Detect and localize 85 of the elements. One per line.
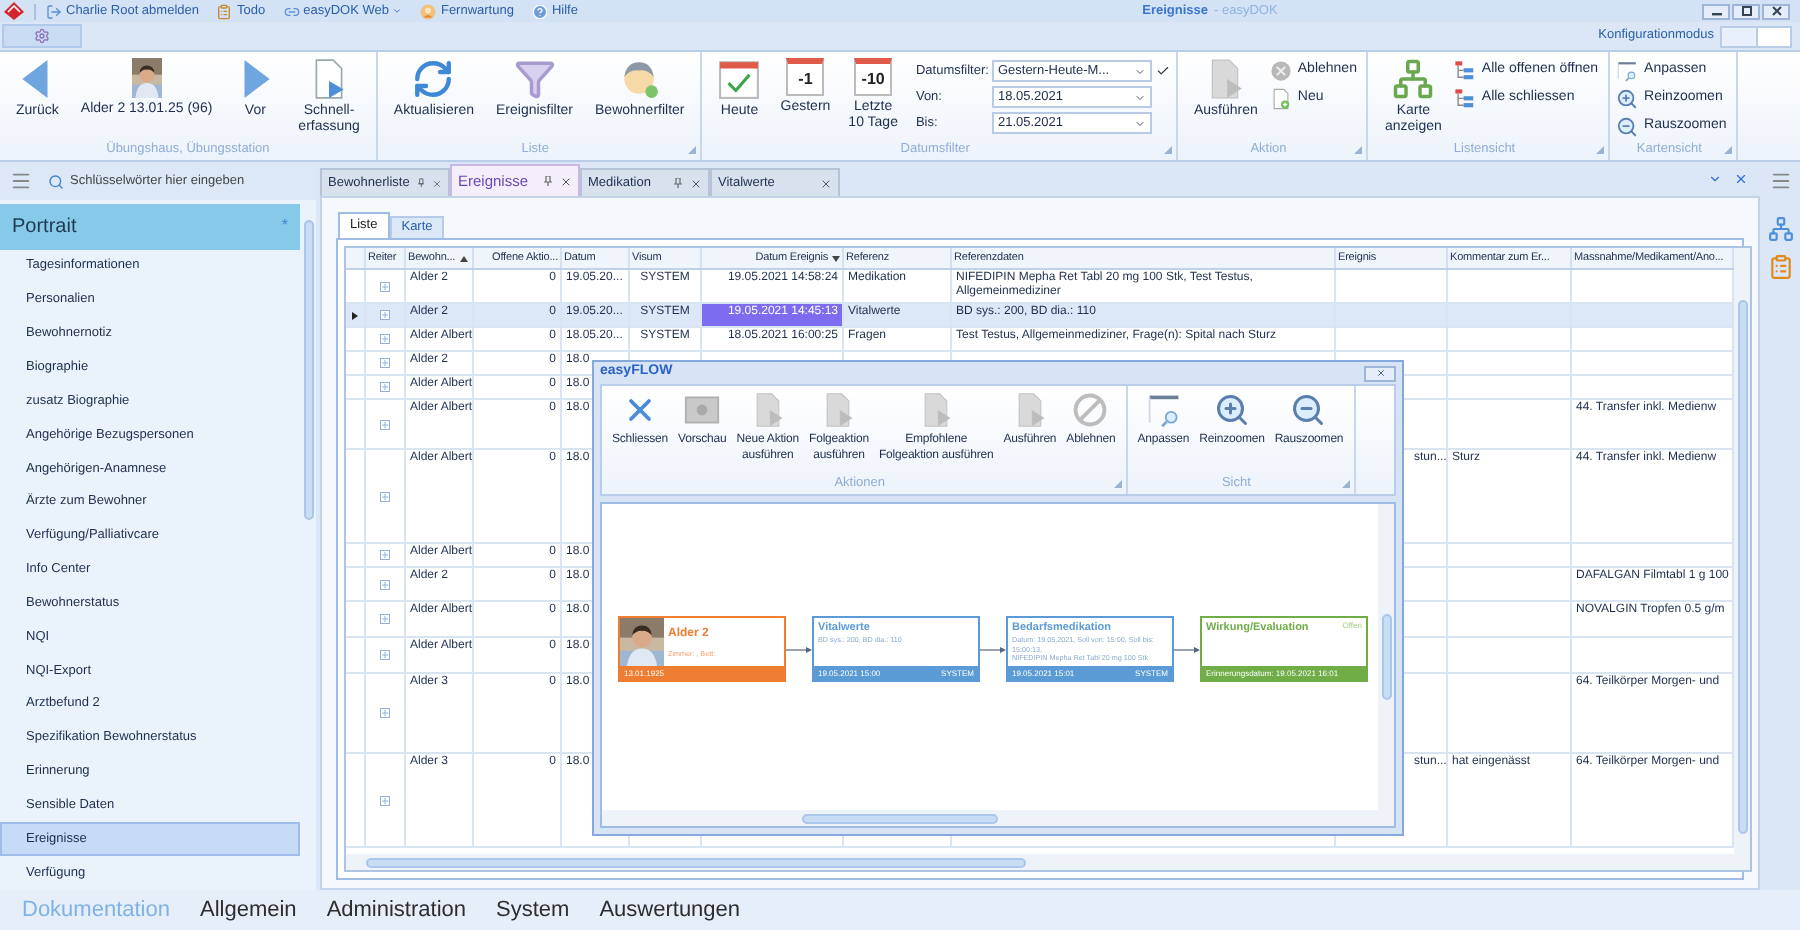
connector-arrow — [786, 645, 812, 653]
calendar-badge: -1 — [786, 58, 825, 96]
connector-arrow — [1174, 645, 1200, 653]
expand-icon[interactable] — [380, 419, 390, 429]
reject-icon — [1269, 60, 1292, 82]
expand-icon[interactable] — [380, 358, 390, 368]
section-title: Portrait — [12, 213, 77, 242]
settings-icon — [34, 28, 50, 44]
expand-icon[interactable] — [380, 334, 390, 344]
dialog-launcher-icon[interactable] — [1724, 146, 1733, 154]
scrollbar[interactable] — [1378, 504, 1394, 810]
close-icon — [1771, 6, 1781, 16]
nav-tab[interactable]: Auswertungen — [599, 893, 741, 927]
refresh-icon — [412, 58, 455, 100]
settings-tab[interactable] — [2, 24, 82, 48]
minimize-button[interactable] — [1702, 3, 1730, 19]
logout-icon — [46, 3, 62, 19]
search-icon — [48, 173, 64, 189]
link-icon — [283, 3, 300, 19]
dialog-launcher-icon[interactable] — [1341, 480, 1350, 488]
expand-icon[interactable] — [380, 579, 390, 589]
clipboard-icon[interactable] — [1767, 254, 1793, 280]
section-mark: * — [281, 214, 288, 239]
restore-button[interactable] — [1732, 3, 1760, 19]
dialog-launcher-icon[interactable] — [1163, 146, 1172, 154]
expand-icon[interactable] — [380, 281, 390, 291]
nav-tab[interactable]: Allgemein — [200, 893, 297, 927]
person-icon — [420, 3, 437, 19]
expand-icon[interactable] — [380, 550, 390, 560]
hierarchy-icon[interactable] — [1767, 216, 1793, 242]
fit-window-icon — [1145, 392, 1182, 428]
close-icon[interactable] — [1734, 172, 1748, 186]
dialog-launcher-icon[interactable] — [688, 146, 697, 154]
expand-icon[interactable] — [380, 614, 390, 624]
zoom-out-icon — [1290, 392, 1327, 428]
calendar-badge: -10 — [854, 58, 893, 96]
pin-icon[interactable] — [674, 178, 682, 188]
hierarchy-icon — [1392, 58, 1435, 100]
close-icon[interactable] — [432, 177, 442, 189]
app-logo-icon[interactable] — [4, 2, 24, 20]
scrollbar[interactable] — [346, 854, 1750, 870]
dropdown-caret-icon — [1133, 91, 1146, 103]
apply-check-icon[interactable] — [1155, 64, 1170, 78]
no-entry-icon — [1072, 392, 1109, 428]
scrollbar[interactable] — [602, 810, 1394, 826]
restore-icon — [1741, 6, 1751, 16]
menu-icon[interactable] — [1769, 170, 1791, 192]
document-plus-icon — [1269, 88, 1292, 110]
expand-icon[interactable] — [380, 795, 390, 805]
menu-icon[interactable] — [10, 170, 32, 192]
expand-icon[interactable] — [380, 708, 390, 718]
dialog-launcher-icon[interactable] — [1354, 146, 1363, 154]
pin-icon[interactable] — [417, 178, 425, 188]
calendar-check-icon — [718, 58, 761, 100]
tree-list-icon — [1453, 88, 1476, 110]
fit-window-icon — [1616, 60, 1639, 82]
preview-icon — [684, 392, 721, 428]
nav-tab[interactable]: System — [496, 893, 570, 927]
row-indicator-icon — [352, 311, 358, 319]
scrollbar[interactable] — [1734, 248, 1750, 854]
nav-tab[interactable]: Administration — [326, 893, 467, 927]
dialog-launcher-icon[interactable] — [1113, 480, 1122, 488]
zoom-in-icon — [1213, 392, 1250, 428]
filter-icon — [513, 58, 556, 100]
tree-list-icon — [1453, 60, 1476, 82]
dialog-launcher-icon[interactable] — [1596, 146, 1605, 154]
dropdown-caret-icon[interactable] — [1708, 172, 1722, 186]
connector-arrow — [980, 645, 1006, 653]
close-icon[interactable] — [820, 177, 832, 189]
help-icon — [531, 3, 548, 19]
clipboard-icon — [216, 3, 233, 19]
pin-icon[interactable] — [544, 176, 552, 186]
zoom-out-icon — [1616, 116, 1639, 138]
config-mode-toggle[interactable] — [1720, 25, 1792, 47]
dropdown-caret-icon — [1133, 117, 1146, 129]
dropdown-caret-icon — [1133, 65, 1146, 77]
expand-icon[interactable] — [380, 310, 390, 320]
zoom-in-icon — [1616, 88, 1639, 110]
close-button[interactable] — [1762, 3, 1790, 19]
expand-icon[interactable] — [380, 650, 390, 660]
expand-icon[interactable] — [380, 382, 390, 392]
person-icon — [618, 58, 661, 100]
close-icon[interactable] — [560, 175, 572, 187]
close-icon[interactable] — [690, 177, 702, 189]
expand-icon[interactable] — [380, 491, 390, 501]
